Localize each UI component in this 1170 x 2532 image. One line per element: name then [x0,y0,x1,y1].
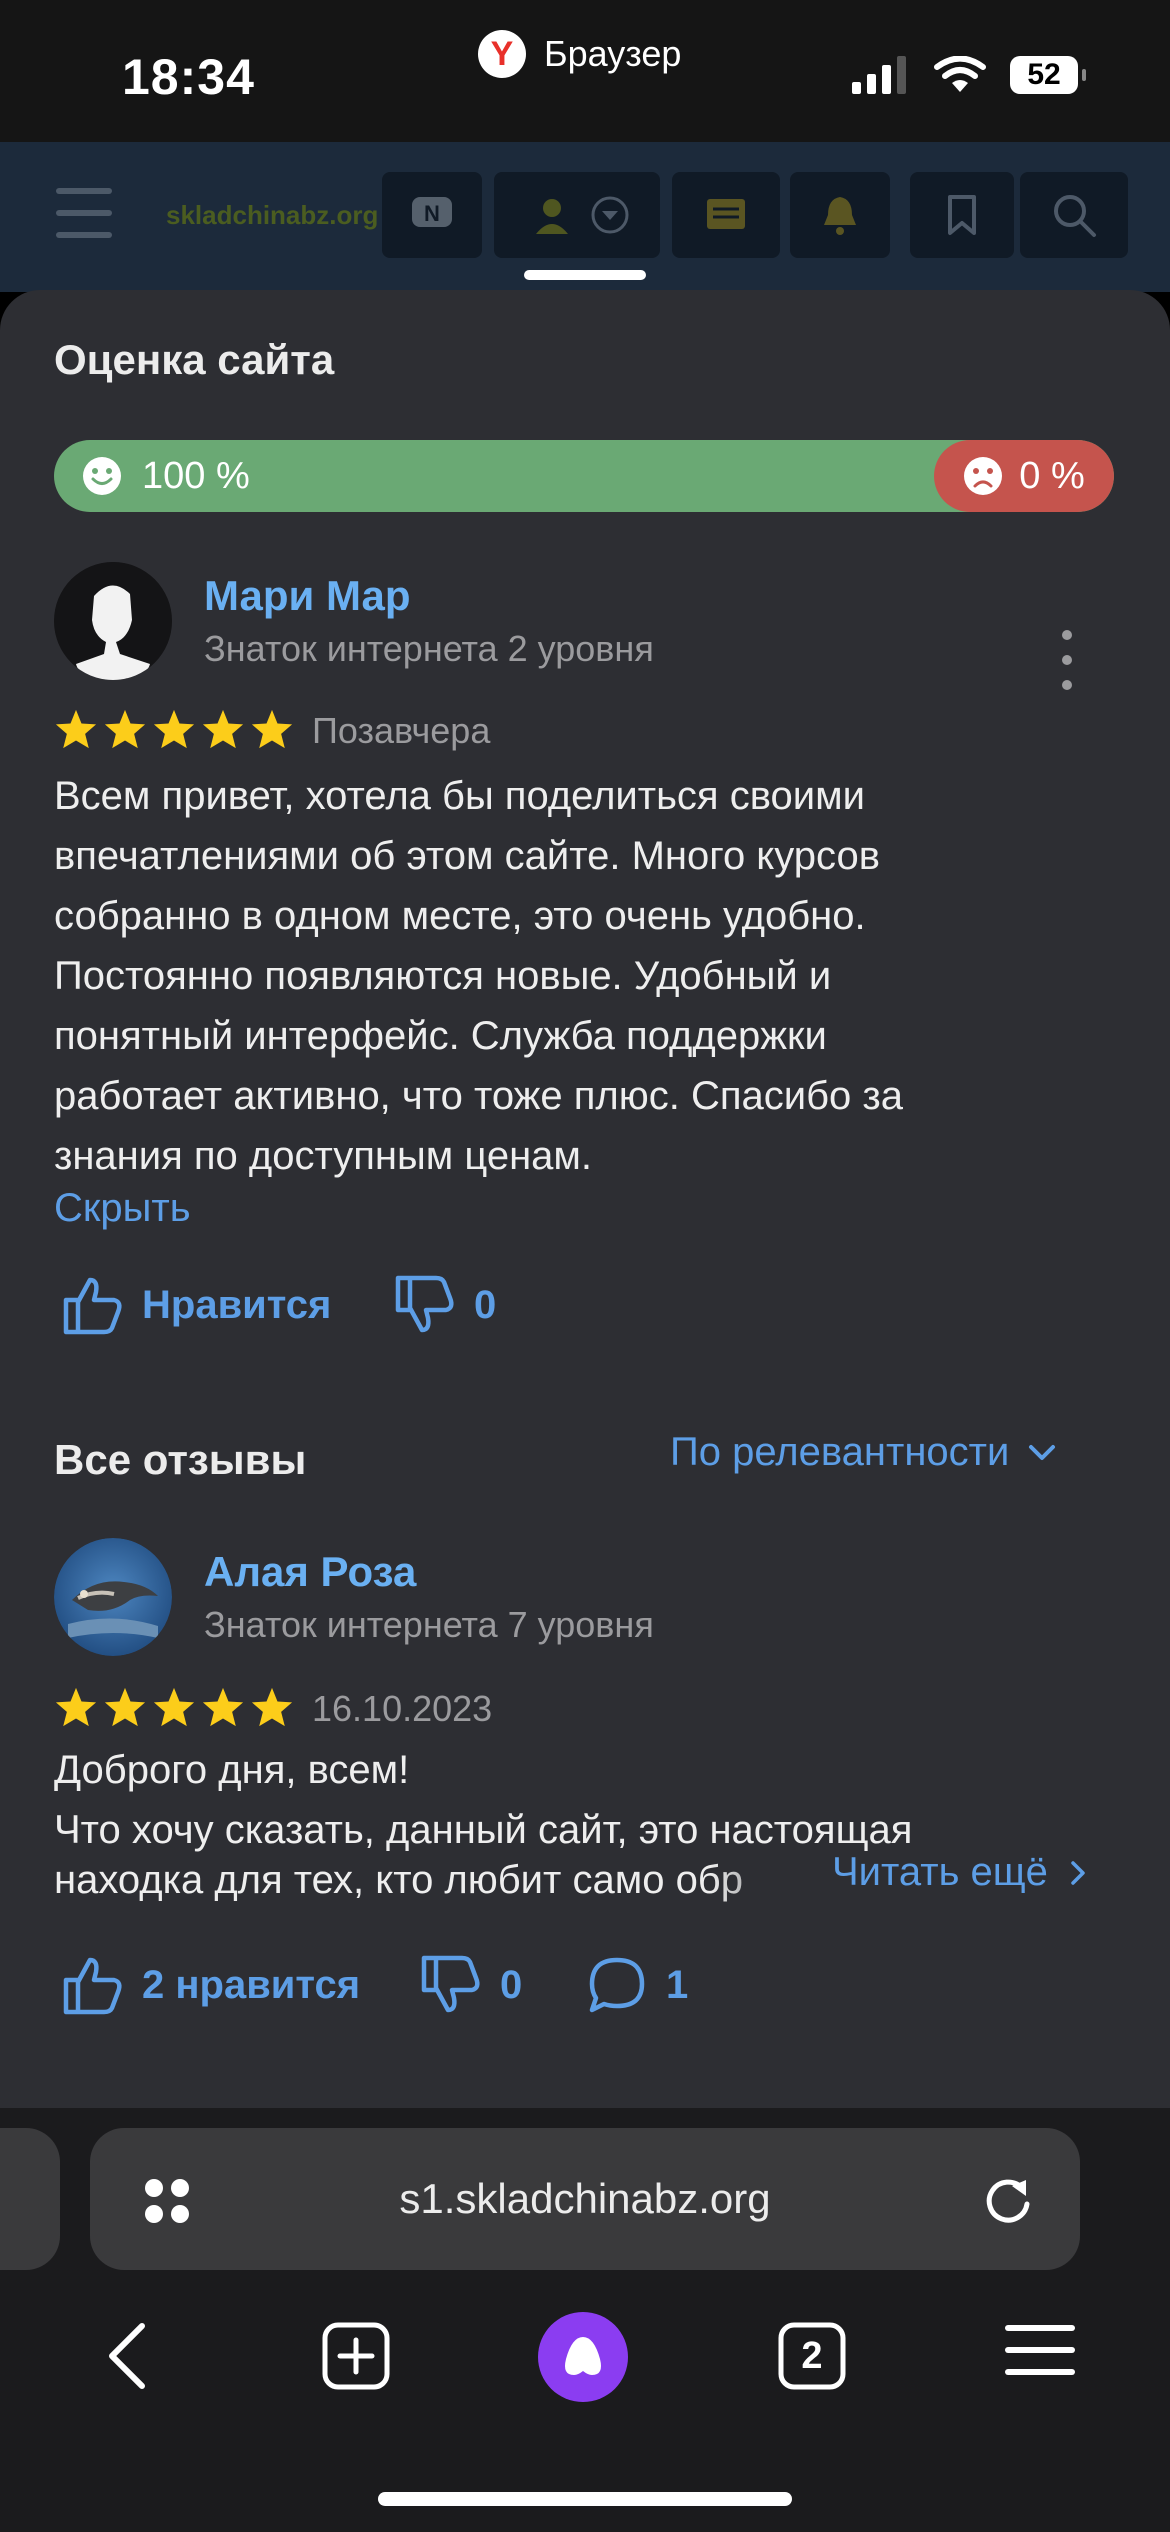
browser-menu-button[interactable] [1004,2322,1076,2378]
review-text: Доброго дня, всем! Что хочу сказать, дан… [54,1740,1124,1860]
notifications-n-icon[interactable]: N [382,172,482,258]
reviewer-name[interactable]: Алая Роза [204,1548,416,1596]
like-button[interactable]: 2 нравится [60,1952,360,2018]
menu-icon [1005,2325,1075,2375]
rating-negative: 0 % [934,440,1114,512]
rating-stars [54,1686,294,1728]
tabs-count: 2 [801,2335,823,2377]
text-fade [710,1850,830,1910]
bookmark-icon[interactable] [910,172,1014,258]
home-indicator[interactable] [378,2492,792,2506]
sheet-grabber[interactable] [524,270,646,280]
chevron-left-icon [109,2323,145,2389]
wifi-icon [934,56,986,92]
account-menu-icon[interactable] [494,172,660,258]
dislike-button[interactable]: 0 [392,1272,496,1338]
review-text-line: собранно в одном месте, это очень удобно… [54,894,866,938]
like-label: Нравится [142,1282,332,1327]
site-rating-bar: 100 % 0 % [54,440,1114,512]
messages-icon[interactable] [672,172,780,258]
avatar[interactable] [54,562,172,680]
alice-assistant-button[interactable] [538,2312,628,2402]
site-logo[interactable]: skladchinabz.org [166,200,378,231]
star-icon [55,1687,97,1727]
search-icon[interactable] [1020,172,1128,258]
star-icon [104,1687,146,1727]
review-text-line: впечатлениями об этом сайте. Много курсо… [54,834,880,878]
comment-count: 1 [666,1962,689,2007]
thumbs-up-icon [63,1957,122,2015]
read-more-link[interactable]: Читать ещё [832,1850,1086,1895]
reload-icon[interactable] [982,2174,1034,2228]
bell-icon[interactable] [790,172,890,258]
signal-icon [852,56,906,94]
all-reviews-title: Все отзывы [54,1436,307,1483]
star-icon [251,709,293,749]
dislike-count: 0 [500,1962,523,2007]
read-more-label: Читать ещё [832,1850,1048,1894]
like-count: 2 нравится [142,1962,361,2007]
back-button[interactable] [96,2322,156,2390]
rating-positive-value: 100 % [142,454,250,497]
status-icons: 52 [850,56,1086,94]
chevron-down-icon [1029,1444,1056,1460]
rating-stars [54,708,294,750]
star-icon [153,709,195,749]
chevron-right-icon [1071,1860,1085,1885]
tabs-button[interactable]: 2 [778,2322,846,2390]
star-icon [104,709,146,749]
star-icon [202,1687,244,1727]
review-date: 16.10.2023 [312,1688,493,1729]
comments-button[interactable]: 1 [584,1952,688,2018]
yandex-logo-icon: Y [478,30,526,78]
smile-icon [83,457,121,495]
dislike-button[interactable]: 0 [418,1952,522,2018]
new-tab-button[interactable] [322,2322,390,2390]
rating-negative-value: 0 % [1019,454,1085,497]
frown-icon [964,457,1003,495]
star-icon [202,709,244,749]
app-name: Браузер [544,33,682,74]
rating-positive: 100 % [82,440,250,512]
like-button[interactable]: Нравится [60,1272,331,1338]
alice-icon [565,2337,601,2375]
site-rating-title: Оценка сайта [54,336,335,383]
status-bar: 18:34 Y Браузер 52 [0,0,1170,142]
site-menu-icon[interactable] [56,188,112,238]
star-icon [251,1687,293,1727]
review-text: Всем привет, хотела бы поделиться своими… [54,766,1124,1186]
reviewer-name[interactable]: Мари Мар [204,572,411,620]
avatar[interactable] [54,1538,172,1656]
review-text-line: Постоянно появляются новые. Удобный и [54,954,832,998]
thumbs-down-icon [395,1275,454,1333]
review-date: Позавчера [312,710,491,751]
sort-label: По релевантности [670,1430,1010,1474]
plus-square-icon [322,2322,390,2390]
battery-icon: 52 [1010,56,1086,94]
star-icon [55,709,97,749]
review-text-line: работает активно, что тоже плюс. Спасибо… [54,1074,903,1118]
dislike-count: 0 [474,1282,497,1327]
reviewer-level: Знаток интернета 2 уровня [204,628,654,669]
svg-text:N: N [424,201,440,226]
star-icon [153,1687,195,1727]
review-text-line: Всем привет, хотела бы поделиться своими [54,774,865,818]
reviewer-level: Знаток интернета 7 уровня [204,1604,654,1645]
collapse-link[interactable]: Скрыть [54,1186,191,1231]
status-time: 18:34 [122,49,255,105]
review-text-line: знания по доступным ценам. [54,1134,593,1178]
more-options-icon[interactable] [1060,630,1074,690]
thumbs-up-icon [63,1277,122,1335]
comment-bubble-icon [589,1957,645,2013]
review-text-line: Доброго дня, всем! [54,1748,410,1792]
browser-app-label: Y Браузер [478,30,681,78]
review-text-line: понятный интерфейс. Служба поддержки [54,1014,827,1058]
thumbs-down-icon [421,1955,480,2013]
sort-dropdown[interactable]: По релевантности [670,1430,1057,1475]
battery-level: 52 [1027,58,1061,91]
